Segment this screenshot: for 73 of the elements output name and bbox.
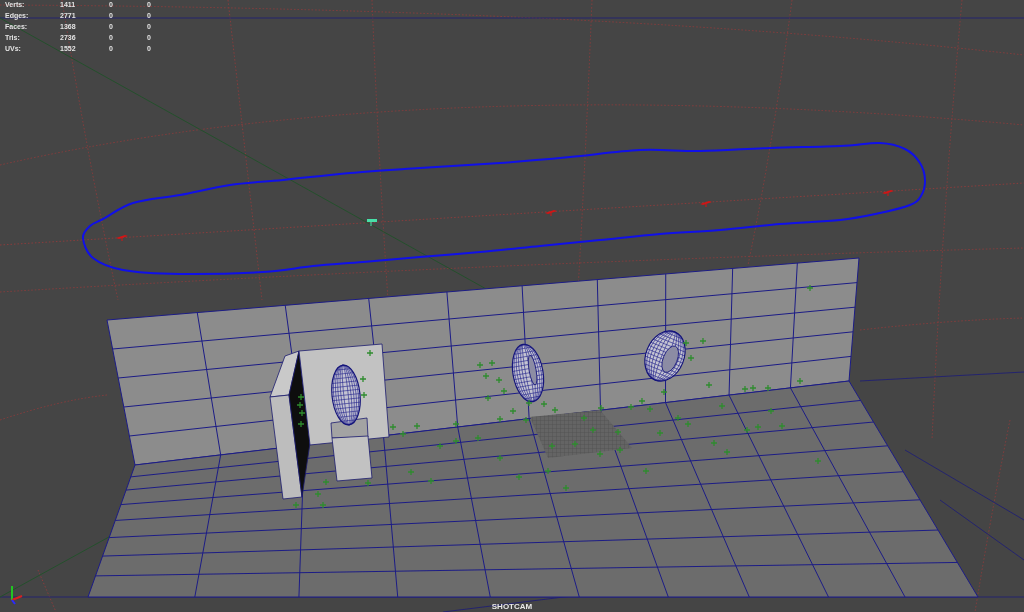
plus-marker-icon xyxy=(705,381,713,389)
plus-marker-icon xyxy=(767,407,775,415)
plus-marker-icon xyxy=(614,428,622,436)
plus-marker-icon xyxy=(314,490,322,498)
plus-marker-icon xyxy=(360,391,368,399)
plus-marker-icon xyxy=(682,339,690,347)
plus-marker-icon xyxy=(597,404,605,412)
plus-marker-icon xyxy=(551,406,559,414)
plus-marker-icon xyxy=(796,377,804,385)
plus-marker-icon xyxy=(548,442,556,450)
axis-gizmo-icon xyxy=(11,585,23,605)
plus-marker-icon xyxy=(580,414,588,422)
plus-marker-icon xyxy=(778,422,786,430)
plus-marker-icon xyxy=(515,473,523,481)
plus-marker-icon xyxy=(743,426,751,434)
plus-marker-icon xyxy=(814,457,822,465)
plus-marker-icon xyxy=(522,416,530,424)
plus-marker-icon xyxy=(687,354,695,362)
plus-marker-icon xyxy=(723,448,731,456)
plus-marker-icon xyxy=(764,384,772,392)
plus-marker-icon xyxy=(627,403,635,411)
plus-marker-icon xyxy=(389,423,397,431)
plus-marker-icon xyxy=(660,388,668,396)
locator-icon xyxy=(116,235,128,242)
capsule-model xyxy=(331,364,361,426)
plus-marker-icon xyxy=(484,394,492,402)
plus-marker-icon xyxy=(684,420,692,428)
locator-icon xyxy=(367,219,377,227)
plus-marker-icon xyxy=(616,446,624,454)
plus-marker-icon xyxy=(496,454,504,462)
plus-marker-icon xyxy=(754,423,762,431)
plus-marker-icon xyxy=(525,399,533,407)
camera-name: SHOTCAM xyxy=(491,602,533,612)
plus-marker-icon xyxy=(297,420,305,428)
plus-marker-icon xyxy=(674,414,682,422)
plus-marker-icon xyxy=(500,387,508,395)
plus-marker-icon xyxy=(496,415,504,423)
torus-model xyxy=(644,330,686,382)
plus-marker-icon xyxy=(474,434,482,442)
plus-marker-icon xyxy=(427,477,435,485)
plus-marker-icon xyxy=(452,420,460,428)
plus-marker-icon xyxy=(292,501,300,509)
plus-marker-icon xyxy=(656,429,664,437)
plus-marker-icon xyxy=(488,359,496,367)
plus-marker-icon xyxy=(718,402,726,410)
plus-marker-icon xyxy=(571,440,579,448)
plus-marker-icon xyxy=(399,430,407,438)
plus-marker-icon xyxy=(359,375,367,383)
plus-marker-icon xyxy=(699,337,707,345)
plus-marker-icon xyxy=(596,450,604,458)
plus-marker-icon xyxy=(407,468,415,476)
plus-marker-icon xyxy=(540,400,548,408)
plus-marker-icon xyxy=(319,501,327,509)
plus-marker-icon xyxy=(495,376,503,384)
plus-marker-icon xyxy=(589,426,597,434)
plus-marker-icon xyxy=(806,284,814,292)
plus-marker-icon xyxy=(413,422,421,430)
plus-marker-icon xyxy=(436,442,444,450)
locator-icon xyxy=(545,210,557,217)
plus-marker-icon xyxy=(322,478,330,486)
plus-marker-icon xyxy=(452,437,460,445)
plus-marker-icon xyxy=(364,479,372,487)
plus-marker-icon xyxy=(482,372,490,380)
plus-marker-icon xyxy=(710,439,718,447)
locator-icon xyxy=(700,201,712,208)
plus-marker-icon xyxy=(544,467,552,475)
plus-marker-icon xyxy=(366,349,374,357)
locator-icon xyxy=(882,190,894,197)
torus-model xyxy=(511,343,545,403)
plus-marker-icon xyxy=(476,361,484,369)
plus-marker-icon xyxy=(562,484,570,492)
plus-marker-icon xyxy=(509,407,517,415)
plus-marker-icon xyxy=(642,467,650,475)
